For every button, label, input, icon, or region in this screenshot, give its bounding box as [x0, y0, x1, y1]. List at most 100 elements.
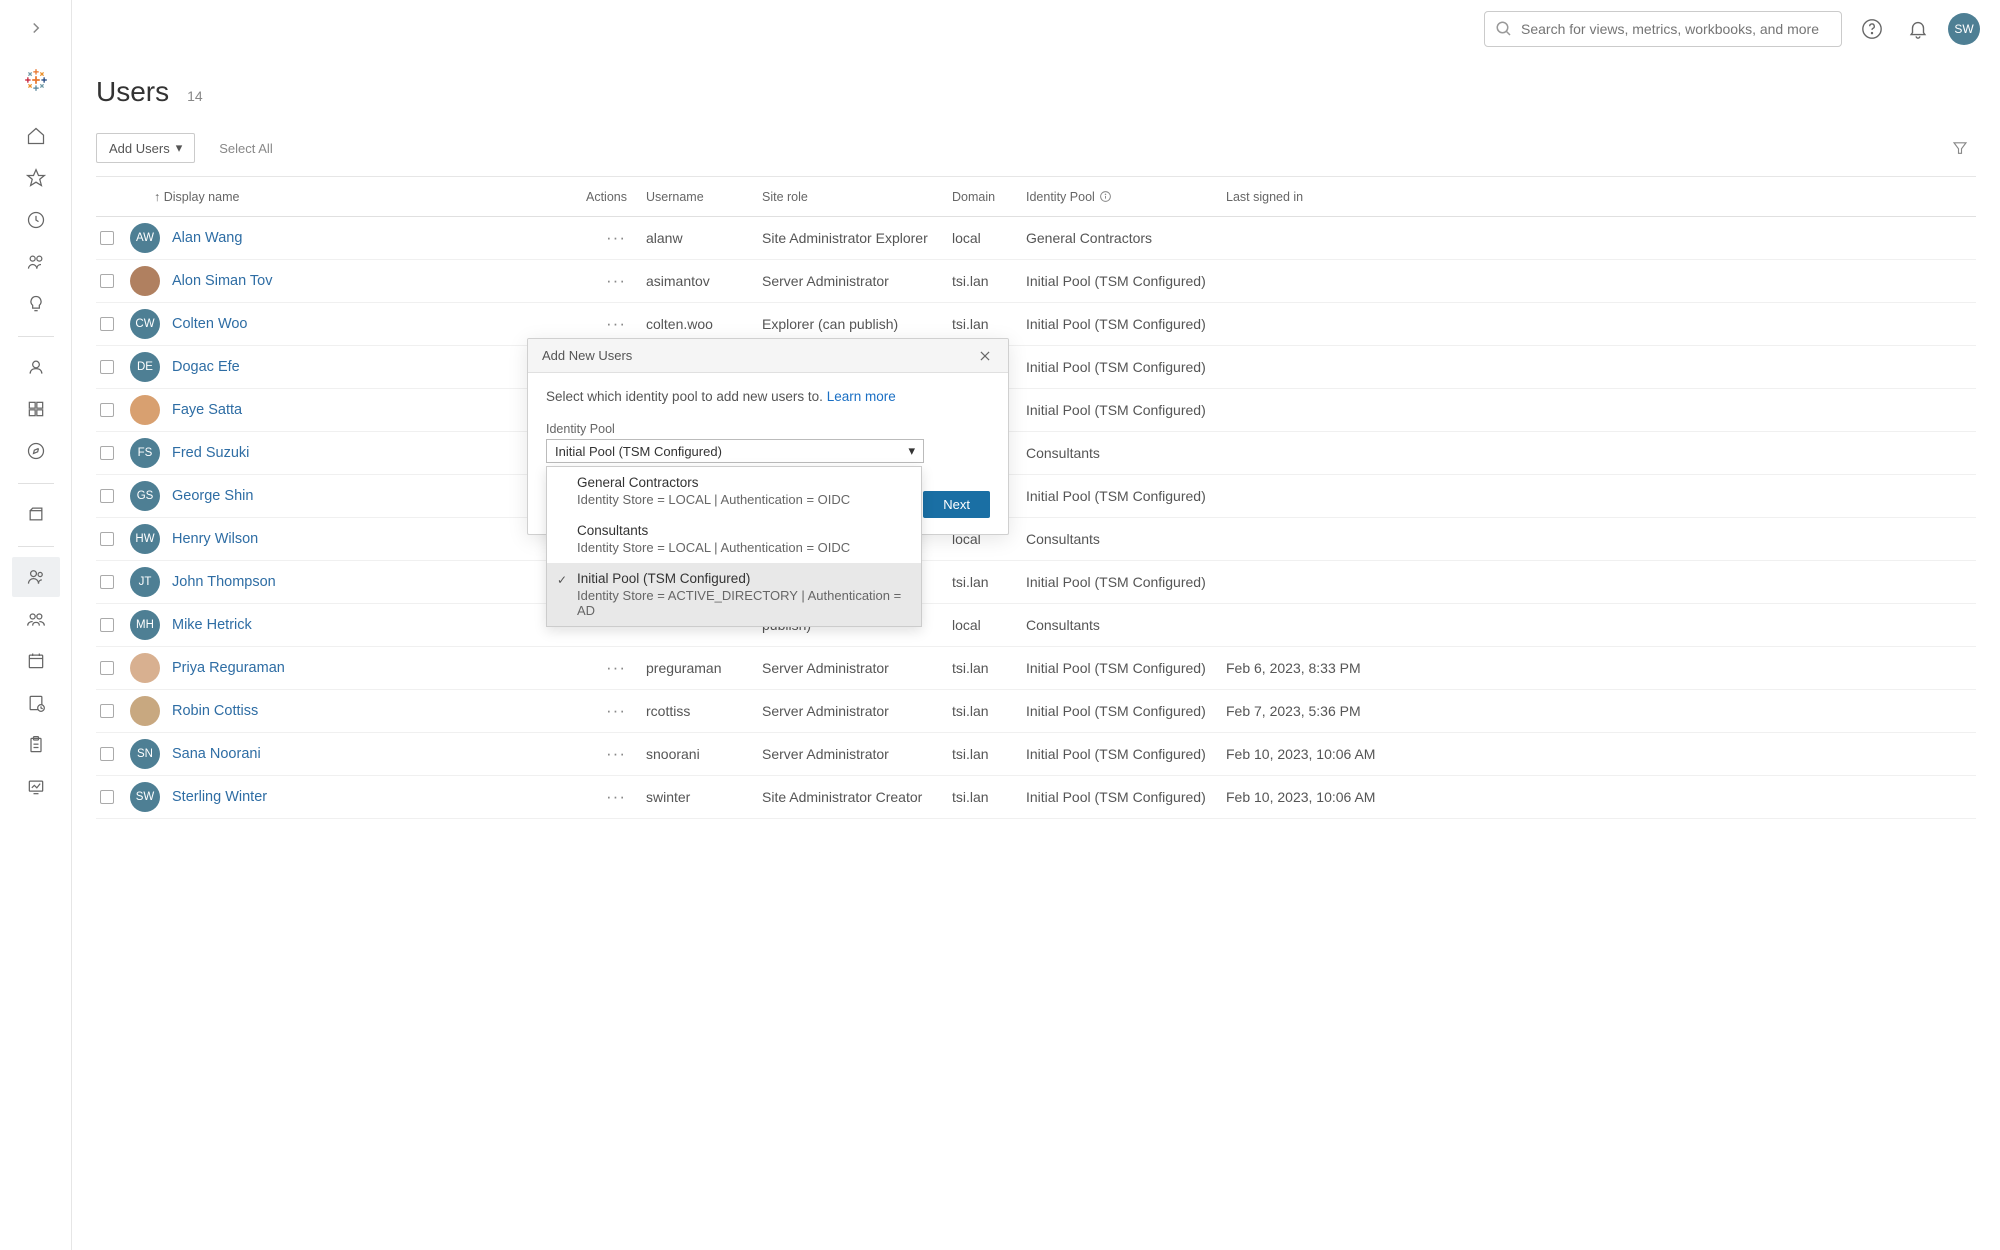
- row-actions-button[interactable]: ···: [586, 658, 646, 678]
- identity-pool-dropdown: General ContractorsIdentity Store = LOCA…: [546, 466, 922, 627]
- global-search[interactable]: [1484, 11, 1842, 47]
- option-subtitle: Identity Store = LOCAL | Authentication …: [577, 492, 909, 507]
- help-button[interactable]: [1856, 13, 1888, 45]
- dropdown-option[interactable]: ConsultantsIdentity Store = LOCAL | Auth…: [547, 515, 921, 563]
- row-checkbox[interactable]: [100, 747, 114, 761]
- notifications-button[interactable]: [1902, 13, 1934, 45]
- row-checkbox[interactable]: [100, 489, 114, 503]
- cell-site-role: Server Administrator: [762, 660, 952, 676]
- external-assets-nav-button[interactable]: [12, 494, 60, 534]
- user-name-link[interactable]: Henry Wilson: [172, 531, 258, 547]
- cell-domain: tsi.lan: [952, 703, 1026, 719]
- favorites-nav-button[interactable]: [12, 158, 60, 198]
- info-icon[interactable]: [1099, 190, 1112, 203]
- identity-pool-label: Identity Pool: [546, 422, 990, 436]
- user-avatar: FS: [130, 438, 160, 468]
- table-row: Robin Cottiss ··· rcottiss Server Admini…: [96, 690, 1976, 733]
- user-avatar: DE: [130, 352, 160, 382]
- row-checkbox[interactable]: [100, 231, 114, 245]
- table-row: GS George Shin ··· tsi.lan Initial Pool …: [96, 475, 1976, 518]
- row-checkbox[interactable]: [100, 274, 114, 288]
- modal-close-button[interactable]: [976, 347, 994, 365]
- col-identity-pool[interactable]: Identity Pool: [1026, 190, 1095, 204]
- site-status-nav-button[interactable]: [12, 767, 60, 807]
- row-actions-button[interactable]: ···: [586, 701, 646, 721]
- user-avatar: [130, 653, 160, 683]
- table-row: HW Henry Wilson ··· local Consultants: [96, 518, 1976, 561]
- dropdown-option[interactable]: General ContractorsIdentity Store = LOCA…: [547, 467, 921, 515]
- col-display-name[interactable]: ↑ Display name: [126, 190, 586, 204]
- user-avatar: [130, 696, 160, 726]
- groups-nav-button[interactable]: [12, 599, 60, 639]
- dropdown-option[interactable]: Initial Pool (TSM Configured)Identity St…: [547, 563, 921, 626]
- user-name-link[interactable]: Alon Siman Tov: [172, 273, 272, 289]
- row-checkbox[interactable]: [100, 575, 114, 589]
- expand-nav-button[interactable]: [0, 8, 71, 48]
- col-domain[interactable]: Domain: [952, 190, 1026, 204]
- row-actions-button[interactable]: ···: [586, 787, 646, 807]
- user-name-link[interactable]: Dogac Efe: [172, 359, 240, 375]
- user-avatar: AW: [130, 223, 160, 253]
- row-actions-button[interactable]: ···: [586, 271, 646, 291]
- select-all-button[interactable]: Select All: [219, 141, 272, 156]
- col-actions: Actions: [586, 190, 646, 204]
- row-checkbox[interactable]: [100, 317, 114, 331]
- cell-identity-pool: Consultants: [1026, 617, 1226, 633]
- user-menu-avatar[interactable]: SW: [1948, 13, 1980, 45]
- search-input[interactable]: [1521, 21, 1831, 37]
- user-name-link[interactable]: George Shin: [172, 488, 253, 504]
- tasks-nav-button[interactable]: [12, 725, 60, 765]
- next-button[interactable]: Next: [923, 491, 990, 518]
- row-checkbox[interactable]: [100, 661, 114, 675]
- user-name-link[interactable]: Alan Wang: [172, 230, 242, 246]
- row-checkbox[interactable]: [100, 618, 114, 632]
- col-username[interactable]: Username: [646, 190, 762, 204]
- row-checkbox[interactable]: [100, 403, 114, 417]
- row-actions-button[interactable]: ···: [586, 228, 646, 248]
- user-name-link[interactable]: Colten Woo: [172, 316, 248, 332]
- learn-more-link[interactable]: Learn more: [827, 389, 896, 404]
- user-name-link[interactable]: Sana Noorani: [172, 746, 261, 762]
- user-name-link[interactable]: Robin Cottiss: [172, 703, 258, 719]
- cell-identity-pool: Initial Pool (TSM Configured): [1026, 359, 1226, 375]
- tableau-logo[interactable]: [12, 56, 60, 104]
- rail-divider: [18, 546, 54, 547]
- filter-button[interactable]: [1944, 132, 1976, 164]
- identity-pool-select[interactable]: Initial Pool (TSM Configured)▾: [546, 439, 924, 463]
- row-checkbox[interactable]: [100, 704, 114, 718]
- user-name-link[interactable]: Fred Suzuki: [172, 445, 249, 461]
- row-checkbox[interactable]: [100, 446, 114, 460]
- option-subtitle: Identity Store = LOCAL | Authentication …: [577, 540, 909, 555]
- row-checkbox[interactable]: [100, 360, 114, 374]
- row-checkbox[interactable]: [100, 532, 114, 546]
- personal-space-nav-button[interactable]: [12, 347, 60, 387]
- collections-nav-button[interactable]: [12, 389, 60, 429]
- recommendations-nav-button[interactable]: [12, 284, 60, 324]
- schedules-nav-button[interactable]: [12, 641, 60, 681]
- table-row: FS Fred Suzuki ··· local Consultants: [96, 432, 1976, 475]
- users-nav-button[interactable]: [12, 557, 60, 597]
- user-avatar: GS: [130, 481, 160, 511]
- col-site-role[interactable]: Site role: [762, 190, 952, 204]
- cell-identity-pool: General Contractors: [1026, 230, 1226, 246]
- recents-nav-button[interactable]: [12, 200, 60, 240]
- row-actions-button[interactable]: ···: [586, 314, 646, 334]
- chevron-down-icon: ▾: [176, 140, 183, 156]
- cell-identity-pool: Consultants: [1026, 531, 1226, 547]
- row-checkbox[interactable]: [100, 790, 114, 804]
- explore-nav-button[interactable]: [12, 431, 60, 471]
- cell-username: alanw: [646, 230, 762, 246]
- user-name-link[interactable]: Faye Satta: [172, 402, 242, 418]
- col-last-signed[interactable]: Last signed in: [1226, 190, 1976, 204]
- modal-title: Add New Users: [542, 348, 632, 363]
- user-name-link[interactable]: Sterling Winter: [172, 789, 267, 805]
- user-name-link[interactable]: Priya Reguraman: [172, 660, 285, 676]
- add-users-button[interactable]: Add Users▾: [96, 133, 195, 163]
- home-nav-button[interactable]: [12, 116, 60, 156]
- user-name-link[interactable]: John Thompson: [172, 574, 276, 590]
- jobs-nav-button[interactable]: [12, 683, 60, 723]
- shared-nav-button[interactable]: [12, 242, 60, 282]
- row-actions-button[interactable]: ···: [586, 744, 646, 764]
- cell-username: swinter: [646, 789, 762, 805]
- user-name-link[interactable]: Mike Hetrick: [172, 617, 252, 633]
